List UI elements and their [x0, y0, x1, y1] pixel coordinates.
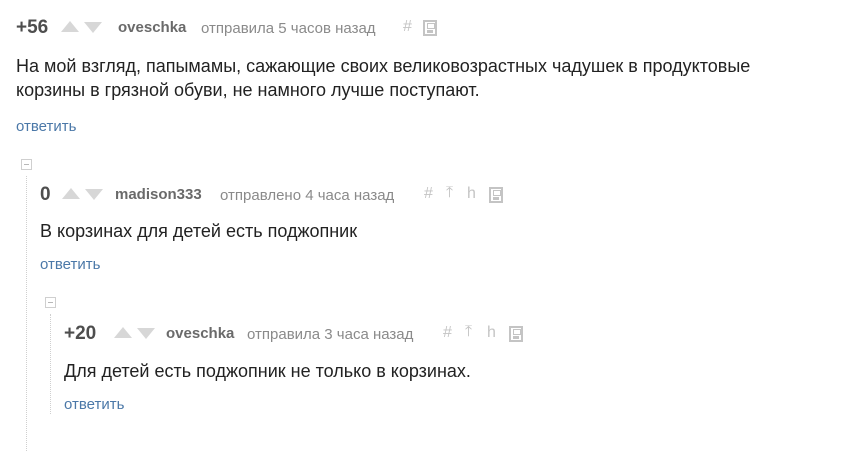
- comment-timestamp: отправлено 4 часа назад: [220, 187, 395, 204]
- thread-line[interactable]: [50, 314, 51, 414]
- downvote-icon[interactable]: [85, 189, 103, 200]
- collapse-thread-button[interactable]: [21, 159, 32, 170]
- comment-text: На мой взгляд, папымамы, сажающие своих …: [16, 54, 846, 102]
- comment-text-line: На мой взгляд, папымамы, сажающие своих …: [16, 56, 751, 76]
- comment-text: В корзинах для детей есть поджопник: [40, 221, 358, 241]
- downvote-icon[interactable]: [137, 328, 155, 339]
- branch-icon[interactable]: h: [467, 185, 476, 203]
- thread-line[interactable]: [26, 176, 27, 451]
- reply-button[interactable]: ответить: [16, 118, 76, 135]
- hash-icon[interactable]: #: [443, 324, 452, 342]
- hash-icon[interactable]: #: [424, 185, 433, 203]
- branch-icon[interactable]: h: [487, 324, 496, 342]
- comment-username[interactable]: oveschka: [166, 325, 234, 342]
- comment-username[interactable]: madison333: [115, 186, 202, 203]
- downvote-icon[interactable]: [84, 22, 102, 33]
- hash-icon[interactable]: #: [403, 18, 412, 36]
- parent-comment-icon[interactable]: ⤒: [465, 323, 472, 341]
- reply-button[interactable]: ответить: [64, 396, 124, 413]
- upvote-icon[interactable]: [114, 327, 132, 338]
- comment-rating: 0: [40, 184, 51, 205]
- save-icon[interactable]: [489, 187, 503, 203]
- save-icon[interactable]: [423, 20, 437, 36]
- save-icon[interactable]: [509, 326, 523, 342]
- comment-rating: +56: [16, 17, 49, 38]
- reply-button[interactable]: ответить: [40, 256, 100, 273]
- collapse-thread-button[interactable]: [45, 297, 56, 308]
- comment-timestamp: отправила 5 часов назад: [201, 20, 376, 37]
- comment-username[interactable]: oveschka: [118, 19, 186, 36]
- comment-text-line: корзины в грязной обуви, не намного лучш…: [16, 80, 480, 100]
- parent-comment-icon[interactable]: ⤒: [446, 184, 453, 202]
- comment-timestamp: отправила 3 часа назад: [247, 326, 414, 343]
- comment-text: Для детей есть поджопник не только в кор…: [64, 361, 471, 381]
- upvote-icon[interactable]: [61, 21, 79, 32]
- comment-rating: +20: [64, 323, 97, 344]
- upvote-icon[interactable]: [62, 188, 80, 199]
